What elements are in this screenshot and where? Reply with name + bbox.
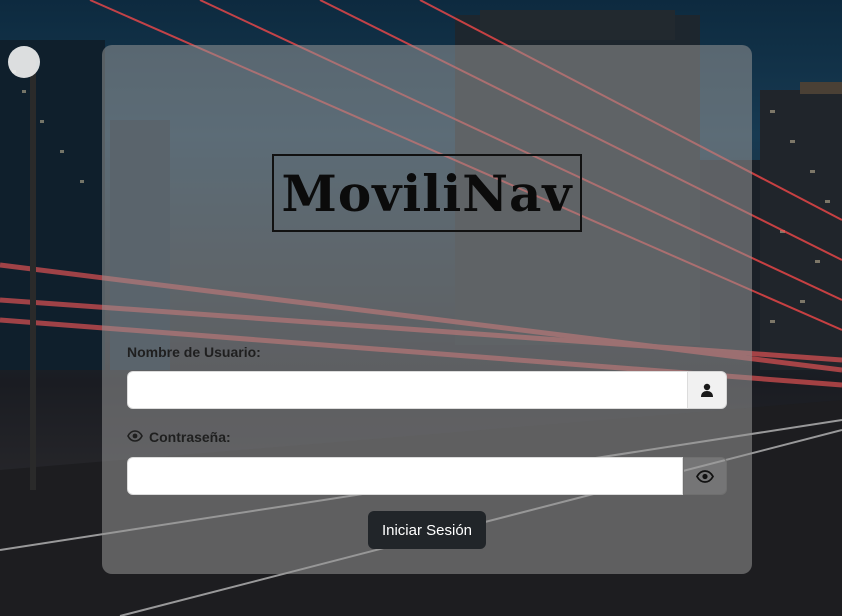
brand-logo: MoviliNav — [272, 154, 582, 232]
eye-icon — [127, 429, 143, 445]
password-label-text: Contraseña: — [149, 429, 231, 445]
login-card: MoviliNav Nombre de Usuario: Contraseña: — [102, 45, 752, 574]
eye-icon — [696, 469, 714, 483]
username-label-text: Nombre de Usuario: — [127, 344, 261, 360]
username-input-group — [127, 371, 727, 409]
login-submit-button[interactable]: Iniciar Sesión — [368, 511, 486, 549]
username-label: Nombre de Usuario: — [127, 344, 261, 360]
username-input[interactable] — [127, 371, 688, 409]
password-input-group — [127, 457, 727, 495]
user-icon — [688, 371, 727, 409]
password-input[interactable] — [127, 457, 683, 495]
show-password-toggle[interactable] — [683, 457, 727, 495]
password-label: Contraseña: — [127, 429, 231, 445]
